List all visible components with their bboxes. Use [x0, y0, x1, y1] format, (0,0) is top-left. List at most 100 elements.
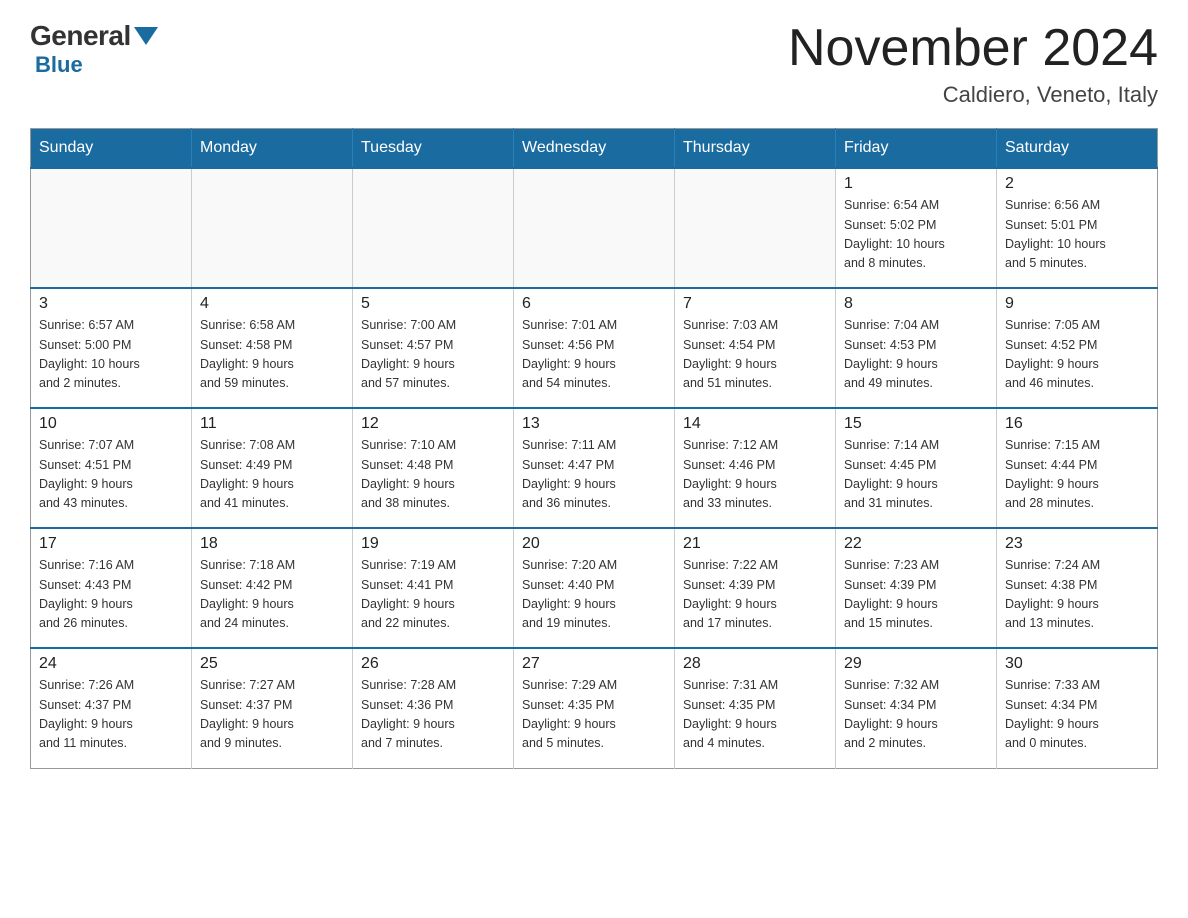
weekday-header-sunday: Sunday — [31, 129, 192, 169]
day-number: 29 — [844, 655, 988, 673]
calendar-cell — [192, 168, 353, 288]
day-number: 4 — [200, 295, 344, 313]
calendar-body: 1 Sunrise: 6:54 AMSunset: 5:02 PMDaylight… — [31, 168, 1158, 768]
page: General Blue November 2024 Caldiero, Ven… — [0, 0, 1188, 918]
day-number: 18 — [200, 535, 344, 553]
day-number: 2 — [1005, 175, 1149, 193]
day-number: 11 — [200, 415, 344, 433]
day-number: 24 — [39, 655, 183, 673]
day-detail: Sunrise: 7:20 AMSunset: 4:40 PMDaylight:… — [522, 556, 666, 634]
day-detail: Sunrise: 7:08 AMSunset: 4:49 PMDaylight:… — [200, 436, 344, 514]
calendar-week-row: 1 Sunrise: 6:54 AMSunset: 5:02 PMDaylight… — [31, 168, 1158, 288]
header: General Blue November 2024 Caldiero, Ven… — [30, 20, 1158, 108]
day-number: 9 — [1005, 295, 1149, 313]
day-detail: Sunrise: 7:04 AMSunset: 4:53 PMDaylight:… — [844, 316, 988, 394]
weekday-header-monday: Monday — [192, 129, 353, 169]
logo-triangle-icon — [134, 27, 158, 45]
day-detail: Sunrise: 6:58 AMSunset: 4:58 PMDaylight:… — [200, 316, 344, 394]
calendar-week-row: 10Sunrise: 7:07 AMSunset: 4:51 PMDayligh… — [31, 408, 1158, 528]
day-detail: Sunrise: 6:57 AMSunset: 5:00 PMDaylight:… — [39, 316, 183, 394]
weekday-row: SundayMondayTuesdayWednesdayThursdayFrid… — [31, 129, 1158, 169]
day-detail: Sunrise: 7:15 AMSunset: 4:44 PMDaylight:… — [1005, 436, 1149, 514]
day-detail: Sunrise: 7:32 AMSunset: 4:34 PMDaylight:… — [844, 676, 988, 754]
day-detail: Sunrise: 7:31 AMSunset: 4:35 PMDaylight:… — [683, 676, 827, 754]
month-year-title: November 2024 — [788, 20, 1158, 77]
day-number: 12 — [361, 415, 505, 433]
day-detail: Sunrise: 6:54 AMSunset: 5:02 PMDaylight:… — [844, 196, 988, 274]
day-number: 26 — [361, 655, 505, 673]
calendar-week-row: 24 Sunrise: 7:26 AMSunset: 4:37 PMDayligh… — [31, 648, 1158, 768]
title-area: November 2024 Caldiero, Veneto, Italy — [788, 20, 1158, 108]
day-number: 1 — [844, 175, 988, 193]
calendar-cell: 23 Sunrise: 7:24 AMSunset: 4:38 PMDayligh… — [997, 528, 1158, 648]
day-number: 3 — [39, 295, 183, 313]
day-number: 6 — [522, 295, 666, 313]
calendar-cell: 14 Sunrise: 7:12 AMSunset: 4:46 PMDayligh… — [675, 408, 836, 528]
calendar-cell: 8 Sunrise: 7:04 AMSunset: 4:53 PMDaylight… — [836, 288, 997, 408]
calendar-cell — [675, 168, 836, 288]
day-number: 27 — [522, 655, 666, 673]
logo-blue-text: Blue — [35, 52, 83, 78]
calendar-cell: 13 Sunrise: 7:11 AMSunset: 4:47 PMDayligh… — [514, 408, 675, 528]
calendar-week-row: 17Sunrise: 7:16 AMSunset: 4:43 PMDayligh… — [31, 528, 1158, 648]
calendar-cell: 5Sunrise: 7:00 AMSunset: 4:57 PMDaylight… — [353, 288, 514, 408]
calendar-cell: 7Sunrise: 7:03 AMSunset: 4:54 PMDaylight… — [675, 288, 836, 408]
day-detail: Sunrise: 7:19 AMSunset: 4:41 PMDaylight:… — [361, 556, 505, 634]
calendar-week-row: 3 Sunrise: 6:57 AMSunset: 5:00 PMDaylight… — [31, 288, 1158, 408]
day-detail: Sunrise: 7:05 AMSunset: 4:52 PMDaylight:… — [1005, 316, 1149, 394]
logo-area: General Blue — [30, 20, 158, 78]
calendar-cell: 6 Sunrise: 7:01 AMSunset: 4:56 PMDaylight… — [514, 288, 675, 408]
day-number: 13 — [522, 415, 666, 433]
day-detail: Sunrise: 7:03 AMSunset: 4:54 PMDaylight:… — [683, 316, 827, 394]
calendar-cell: 19Sunrise: 7:19 AMSunset: 4:41 PMDayligh… — [353, 528, 514, 648]
calendar-cell: 3 Sunrise: 6:57 AMSunset: 5:00 PMDaylight… — [31, 288, 192, 408]
weekday-header-tuesday: Tuesday — [353, 129, 514, 169]
day-detail: Sunrise: 7:12 AMSunset: 4:46 PMDaylight:… — [683, 436, 827, 514]
day-number: 28 — [683, 655, 827, 673]
calendar-cell: 18 Sunrise: 7:18 AMSunset: 4:42 PMDayligh… — [192, 528, 353, 648]
calendar-cell: 17Sunrise: 7:16 AMSunset: 4:43 PMDayligh… — [31, 528, 192, 648]
weekday-header-friday: Friday — [836, 129, 997, 169]
day-number: 23 — [1005, 535, 1149, 553]
calendar-table: SundayMondayTuesdayWednesdayThursdayFrid… — [30, 128, 1158, 769]
calendar-cell: 22Sunrise: 7:23 AMSunset: 4:39 PMDayligh… — [836, 528, 997, 648]
day-detail: Sunrise: 6:56 AMSunset: 5:01 PMDaylight:… — [1005, 196, 1149, 274]
calendar-cell: 27 Sunrise: 7:29 AMSunset: 4:35 PMDayligh… — [514, 648, 675, 768]
day-detail: Sunrise: 7:01 AMSunset: 4:56 PMDaylight:… — [522, 316, 666, 394]
calendar-cell: 26Sunrise: 7:28 AMSunset: 4:36 PMDayligh… — [353, 648, 514, 768]
calendar-cell: 4 Sunrise: 6:58 AMSunset: 4:58 PMDaylight… — [192, 288, 353, 408]
day-number: 25 — [200, 655, 344, 673]
calendar-cell: 10Sunrise: 7:07 AMSunset: 4:51 PMDayligh… — [31, 408, 192, 528]
day-detail: Sunrise: 7:16 AMSunset: 4:43 PMDaylight:… — [39, 556, 183, 634]
calendar-cell: 24 Sunrise: 7:26 AMSunset: 4:37 PMDayligh… — [31, 648, 192, 768]
day-detail: Sunrise: 7:10 AMSunset: 4:48 PMDaylight:… — [361, 436, 505, 514]
calendar-cell: 25Sunrise: 7:27 AMSunset: 4:37 PMDayligh… — [192, 648, 353, 768]
day-detail: Sunrise: 7:18 AMSunset: 4:42 PMDaylight:… — [200, 556, 344, 634]
logo: General — [30, 20, 158, 52]
day-number: 8 — [844, 295, 988, 313]
calendar-cell: 29 Sunrise: 7:32 AMSunset: 4:34 PMDayligh… — [836, 648, 997, 768]
day-detail: Sunrise: 7:23 AMSunset: 4:39 PMDaylight:… — [844, 556, 988, 634]
day-detail: Sunrise: 7:29 AMSunset: 4:35 PMDaylight:… — [522, 676, 666, 754]
calendar-header: SundayMondayTuesdayWednesdayThursdayFrid… — [31, 129, 1158, 169]
calendar-cell: 16Sunrise: 7:15 AMSunset: 4:44 PMDayligh… — [997, 408, 1158, 528]
day-number: 5 — [361, 295, 505, 313]
day-number: 14 — [683, 415, 827, 433]
calendar-cell: 1 Sunrise: 6:54 AMSunset: 5:02 PMDaylight… — [836, 168, 997, 288]
calendar-cell: 9 Sunrise: 7:05 AMSunset: 4:52 PMDaylight… — [997, 288, 1158, 408]
day-number: 10 — [39, 415, 183, 433]
day-detail: Sunrise: 7:26 AMSunset: 4:37 PMDaylight:… — [39, 676, 183, 754]
day-number: 20 — [522, 535, 666, 553]
weekday-header-wednesday: Wednesday — [514, 129, 675, 169]
day-number: 21 — [683, 535, 827, 553]
location-subtitle: Caldiero, Veneto, Italy — [788, 82, 1158, 108]
day-detail: Sunrise: 7:11 AMSunset: 4:47 PMDaylight:… — [522, 436, 666, 514]
calendar-cell: 28 Sunrise: 7:31 AMSunset: 4:35 PMDayligh… — [675, 648, 836, 768]
logo-general-text: General — [30, 20, 131, 52]
calendar-cell — [31, 168, 192, 288]
day-detail: Sunrise: 7:33 AMSunset: 4:34 PMDaylight:… — [1005, 676, 1149, 754]
calendar-cell: 15Sunrise: 7:14 AMSunset: 4:45 PMDayligh… — [836, 408, 997, 528]
calendar-cell: 2 Sunrise: 6:56 AMSunset: 5:01 PMDaylight… — [997, 168, 1158, 288]
calendar-cell: 30Sunrise: 7:33 AMSunset: 4:34 PMDayligh… — [997, 648, 1158, 768]
day-detail: Sunrise: 7:24 AMSunset: 4:38 PMDaylight:… — [1005, 556, 1149, 634]
